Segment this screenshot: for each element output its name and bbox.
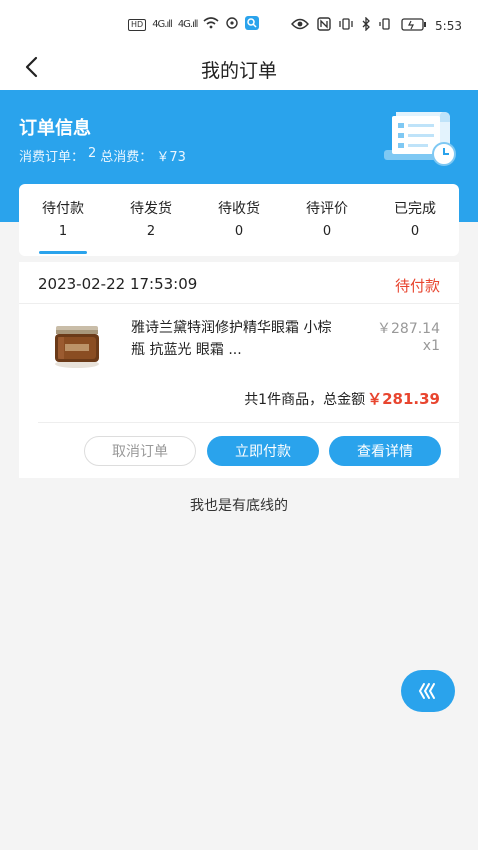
tab-pending-shipment[interactable]: 待发货 2 xyxy=(107,184,195,256)
order-total-row: 共1件商品，总金额 ￥281.39 xyxy=(244,388,440,409)
product-quantity: x1 xyxy=(422,338,440,354)
hd-badge: HD xyxy=(128,18,147,31)
pay-now-button[interactable]: 立即付款 xyxy=(207,436,319,466)
order-status-tabs: 待付款 1 待发货 2 待收货 0 待评价 0 已完成 0 xyxy=(19,184,459,256)
triple-chevron-left-icon xyxy=(418,683,435,699)
bluetooth-icon xyxy=(361,16,371,34)
tab-count: 0 xyxy=(234,224,244,239)
active-tab-indicator xyxy=(39,251,87,254)
signal-icon: 4G.ıll xyxy=(152,19,173,30)
tab-label: 待评价 xyxy=(306,201,348,217)
search-app-icon xyxy=(245,16,260,33)
eye-icon xyxy=(291,18,309,33)
tab-pending-receipt[interactable]: 待收货 0 xyxy=(195,184,283,256)
order-card[interactable]: 2023-02-22 17:53:09 待付款 雅诗兰黛特润修护精华眼霜 小棕瓶… xyxy=(19,262,459,478)
tab-pending-payment[interactable]: 待付款 1 xyxy=(19,184,107,256)
divider xyxy=(38,422,459,423)
floating-collapse-button[interactable] xyxy=(401,670,455,712)
order-total-amount: ￥281.39 xyxy=(367,390,440,408)
ring-mode-icon xyxy=(379,17,393,34)
order-header: 2023-02-22 17:53:09 待付款 xyxy=(19,262,459,304)
banner-title: 订单信息 xyxy=(19,118,91,139)
tab-label: 待付款 xyxy=(42,201,84,217)
status-left-indicators: HD 4G.ıll 4G.ıll xyxy=(128,16,260,33)
total-spent-label: 总消费： xyxy=(100,150,153,165)
consumed-orders-value: 2 xyxy=(88,146,97,161)
status-time: 5:53 xyxy=(435,18,462,33)
hotspot-icon xyxy=(225,17,239,32)
product-unit-price: ￥287.14 xyxy=(377,321,440,337)
receipt-clock-icon xyxy=(384,112,456,166)
order-summary: 消费订单： 2 总消费： ￥73 xyxy=(19,146,186,165)
order-time: 2023-02-22 17:53:09 xyxy=(38,275,198,293)
product-thumbnail[interactable] xyxy=(51,320,103,370)
tab-completed[interactable]: 已完成 0 xyxy=(371,184,459,256)
consumed-orders-label: 消费订单： xyxy=(19,150,85,165)
cancel-order-button[interactable]: 取消订单 xyxy=(84,436,196,466)
tab-count: 1 xyxy=(58,224,68,239)
status-right-indicators: 5:53 xyxy=(291,16,462,34)
vibrate-icon xyxy=(339,17,353,34)
signal-icon: 4G.ıll xyxy=(177,19,199,30)
total-spent-value: ￥73 xyxy=(156,150,186,165)
tab-label: 待收货 xyxy=(218,201,260,217)
end-of-list-text: 我也是有底线的 xyxy=(190,498,288,514)
battery-icon xyxy=(401,17,427,34)
nfc-icon xyxy=(317,17,331,34)
tab-label: 待发货 xyxy=(130,201,172,217)
tab-label: 已完成 xyxy=(394,201,436,217)
product-name[interactable]: 雅诗兰黛特润修护精华眼霜 小棕瓶 抗蓝光 眼霜 ... xyxy=(131,317,341,361)
view-details-button[interactable]: 查看详情 xyxy=(329,436,441,466)
page-title: 我的订单 xyxy=(200,60,277,82)
navigation-bar: 我的订单 xyxy=(0,44,478,90)
tab-pending-review[interactable]: 待评价 0 xyxy=(283,184,371,256)
order-total-label: 共1件商品，总金额 xyxy=(244,392,366,408)
wifi-icon xyxy=(203,17,219,32)
tab-count: 0 xyxy=(322,224,332,239)
order-status: 待付款 xyxy=(394,277,440,295)
tab-count: 2 xyxy=(146,224,156,239)
tab-count: 0 xyxy=(410,224,420,239)
